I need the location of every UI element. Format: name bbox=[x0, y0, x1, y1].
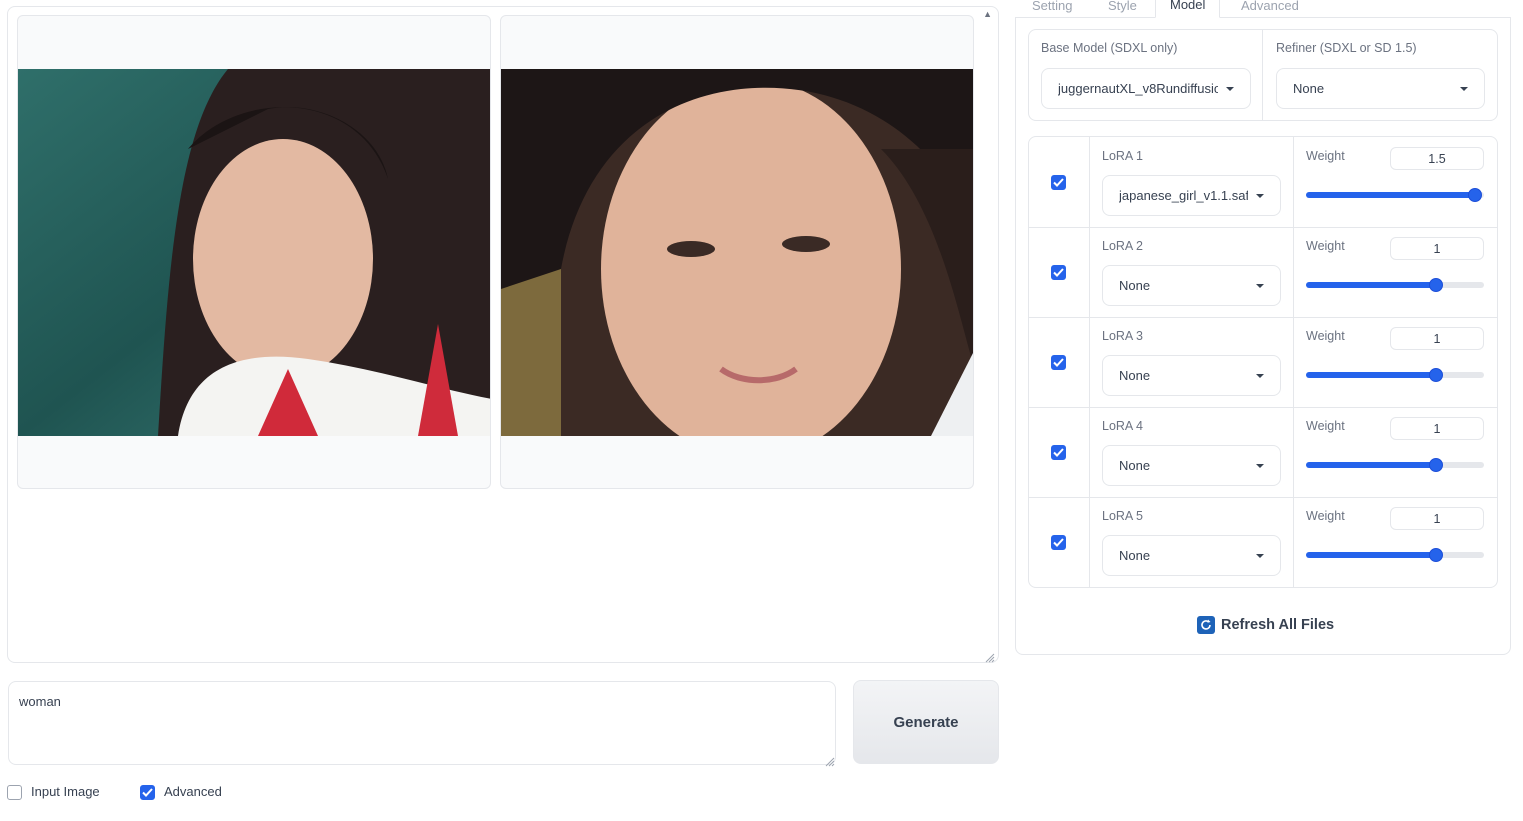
divider bbox=[1262, 30, 1263, 120]
tab-model[interactable]: Model bbox=[1155, 0, 1221, 18]
portrait-image-2 bbox=[501, 69, 973, 436]
lora-4-enable-checkbox[interactable] bbox=[1051, 445, 1066, 460]
lora-5-dropdown[interactable]: None bbox=[1102, 535, 1281, 576]
lora-4-dropdown[interactable]: None bbox=[1102, 445, 1281, 486]
lora-5-weight-label: Weight bbox=[1306, 509, 1345, 523]
lora-5-weight-input[interactable]: 1 bbox=[1390, 507, 1484, 530]
base-model-dropdown[interactable]: juggernautXL_v8Rundiffusion bbox=[1041, 68, 1251, 109]
refiner-dropdown[interactable]: None bbox=[1276, 68, 1485, 109]
lora-5-value: None bbox=[1119, 548, 1151, 563]
advanced-checkbox[interactable] bbox=[140, 785, 155, 800]
lora-1-weight-slider[interactable] bbox=[1306, 192, 1484, 198]
caret-down-icon bbox=[1256, 373, 1264, 378]
lora-4-weight-slider[interactable] bbox=[1306, 462, 1484, 468]
tab-setting[interactable]: Setting bbox=[1032, 0, 1072, 16]
check-icon bbox=[142, 788, 153, 797]
gallery-image-2[interactable] bbox=[500, 15, 974, 489]
lora-1-weight-label: Weight bbox=[1306, 149, 1345, 163]
refiner-label: Refiner (SDXL or SD 1.5) bbox=[1276, 41, 1417, 55]
lora-2-slider-thumb[interactable] bbox=[1429, 278, 1443, 292]
refresh-all-files-button[interactable]: Refresh All Files bbox=[1197, 614, 1334, 636]
check-icon bbox=[1053, 268, 1064, 277]
row-divider bbox=[1029, 497, 1497, 498]
lora-2-weight-label: Weight bbox=[1306, 239, 1345, 253]
lora-5-slider-thumb[interactable] bbox=[1429, 548, 1443, 562]
lora-2-enable-checkbox[interactable] bbox=[1051, 265, 1066, 280]
lora-3-weight-slider[interactable] bbox=[1306, 372, 1484, 378]
input-image-checkbox[interactable] bbox=[7, 785, 22, 800]
lora-1-slider-thumb[interactable] bbox=[1468, 188, 1482, 202]
advanced-label: Advanced bbox=[164, 784, 222, 799]
scroll-up-arrow[interactable]: ▲ bbox=[983, 9, 992, 19]
refresh-icon bbox=[1197, 616, 1215, 634]
caret-down-icon bbox=[1256, 463, 1264, 468]
lora-1-value: japanese_girl_v1.1.safetensors bbox=[1119, 188, 1248, 203]
refiner-value: None bbox=[1293, 81, 1325, 96]
lora-1-label: LoRA 1 bbox=[1102, 149, 1144, 163]
check-icon bbox=[1053, 448, 1064, 457]
caret-down-icon bbox=[1460, 86, 1468, 91]
image-gallery: ▲ bbox=[7, 6, 999, 663]
lora-1-enable-checkbox[interactable] bbox=[1051, 175, 1066, 190]
divider bbox=[1293, 137, 1294, 587]
gallery-image-1[interactable] bbox=[17, 15, 491, 489]
check-icon bbox=[1053, 358, 1064, 367]
refresh-label: Refresh All Files bbox=[1221, 617, 1335, 633]
portrait-image-1 bbox=[18, 69, 490, 436]
check-icon bbox=[1053, 178, 1064, 187]
lora-3-enable-checkbox[interactable] bbox=[1051, 355, 1066, 370]
lora-3-dropdown[interactable]: None bbox=[1102, 355, 1281, 396]
lora-5-label: LoRA 5 bbox=[1102, 509, 1144, 523]
row-divider bbox=[1029, 227, 1497, 228]
base-model-label: Base Model (SDXL only) bbox=[1041, 41, 1178, 55]
lora-5-enable-checkbox[interactable] bbox=[1051, 535, 1066, 550]
lora-2-dropdown[interactable]: None bbox=[1102, 265, 1281, 306]
lora-3-weight-label: Weight bbox=[1306, 329, 1345, 343]
lora-3-weight-input[interactable]: 1 bbox=[1390, 327, 1484, 350]
caret-down-icon bbox=[1256, 553, 1264, 558]
caret-down-icon bbox=[1226, 86, 1234, 91]
lora-1-weight-input[interactable]: 1.5 bbox=[1390, 147, 1484, 170]
check-icon bbox=[1053, 538, 1064, 547]
lora-3-slider-thumb[interactable] bbox=[1429, 368, 1443, 382]
input-image-label: Input Image bbox=[31, 784, 100, 799]
lora-3-value: None bbox=[1119, 368, 1151, 383]
row-divider bbox=[1029, 407, 1497, 408]
lora-2-weight-input[interactable]: 1 bbox=[1390, 237, 1484, 260]
lora-4-weight-label: Weight bbox=[1306, 419, 1345, 433]
prompt-resize-grip-icon[interactable] bbox=[825, 754, 835, 767]
base-model-value: juggernautXL_v8Rundiffusion bbox=[1058, 81, 1218, 96]
tab-advanced[interactable]: Advanced bbox=[1241, 0, 1299, 16]
prompt-input[interactable] bbox=[8, 681, 836, 765]
lora-1-dropdown[interactable]: japanese_girl_v1.1.safetensors bbox=[1102, 175, 1281, 216]
row-divider bbox=[1029, 317, 1497, 318]
lora-3-label: LoRA 3 bbox=[1102, 329, 1144, 343]
lora-5-weight-slider[interactable] bbox=[1306, 552, 1484, 558]
lora-4-value: None bbox=[1119, 458, 1151, 473]
caret-down-icon bbox=[1256, 283, 1264, 288]
lora-4-weight-input[interactable]: 1 bbox=[1390, 417, 1484, 440]
divider bbox=[1089, 137, 1090, 587]
lora-2-weight-slider[interactable] bbox=[1306, 282, 1484, 288]
lora-2-value: None bbox=[1119, 278, 1151, 293]
generate-button[interactable]: Generate bbox=[853, 680, 999, 764]
lora-4-slider-thumb[interactable] bbox=[1429, 458, 1443, 472]
resize-grip-icon[interactable] bbox=[985, 650, 995, 663]
lora-4-label: LoRA 4 bbox=[1102, 419, 1144, 433]
tab-style[interactable]: Style bbox=[1108, 0, 1137, 16]
caret-down-icon bbox=[1256, 193, 1264, 198]
lora-2-label: LoRA 2 bbox=[1102, 239, 1144, 253]
